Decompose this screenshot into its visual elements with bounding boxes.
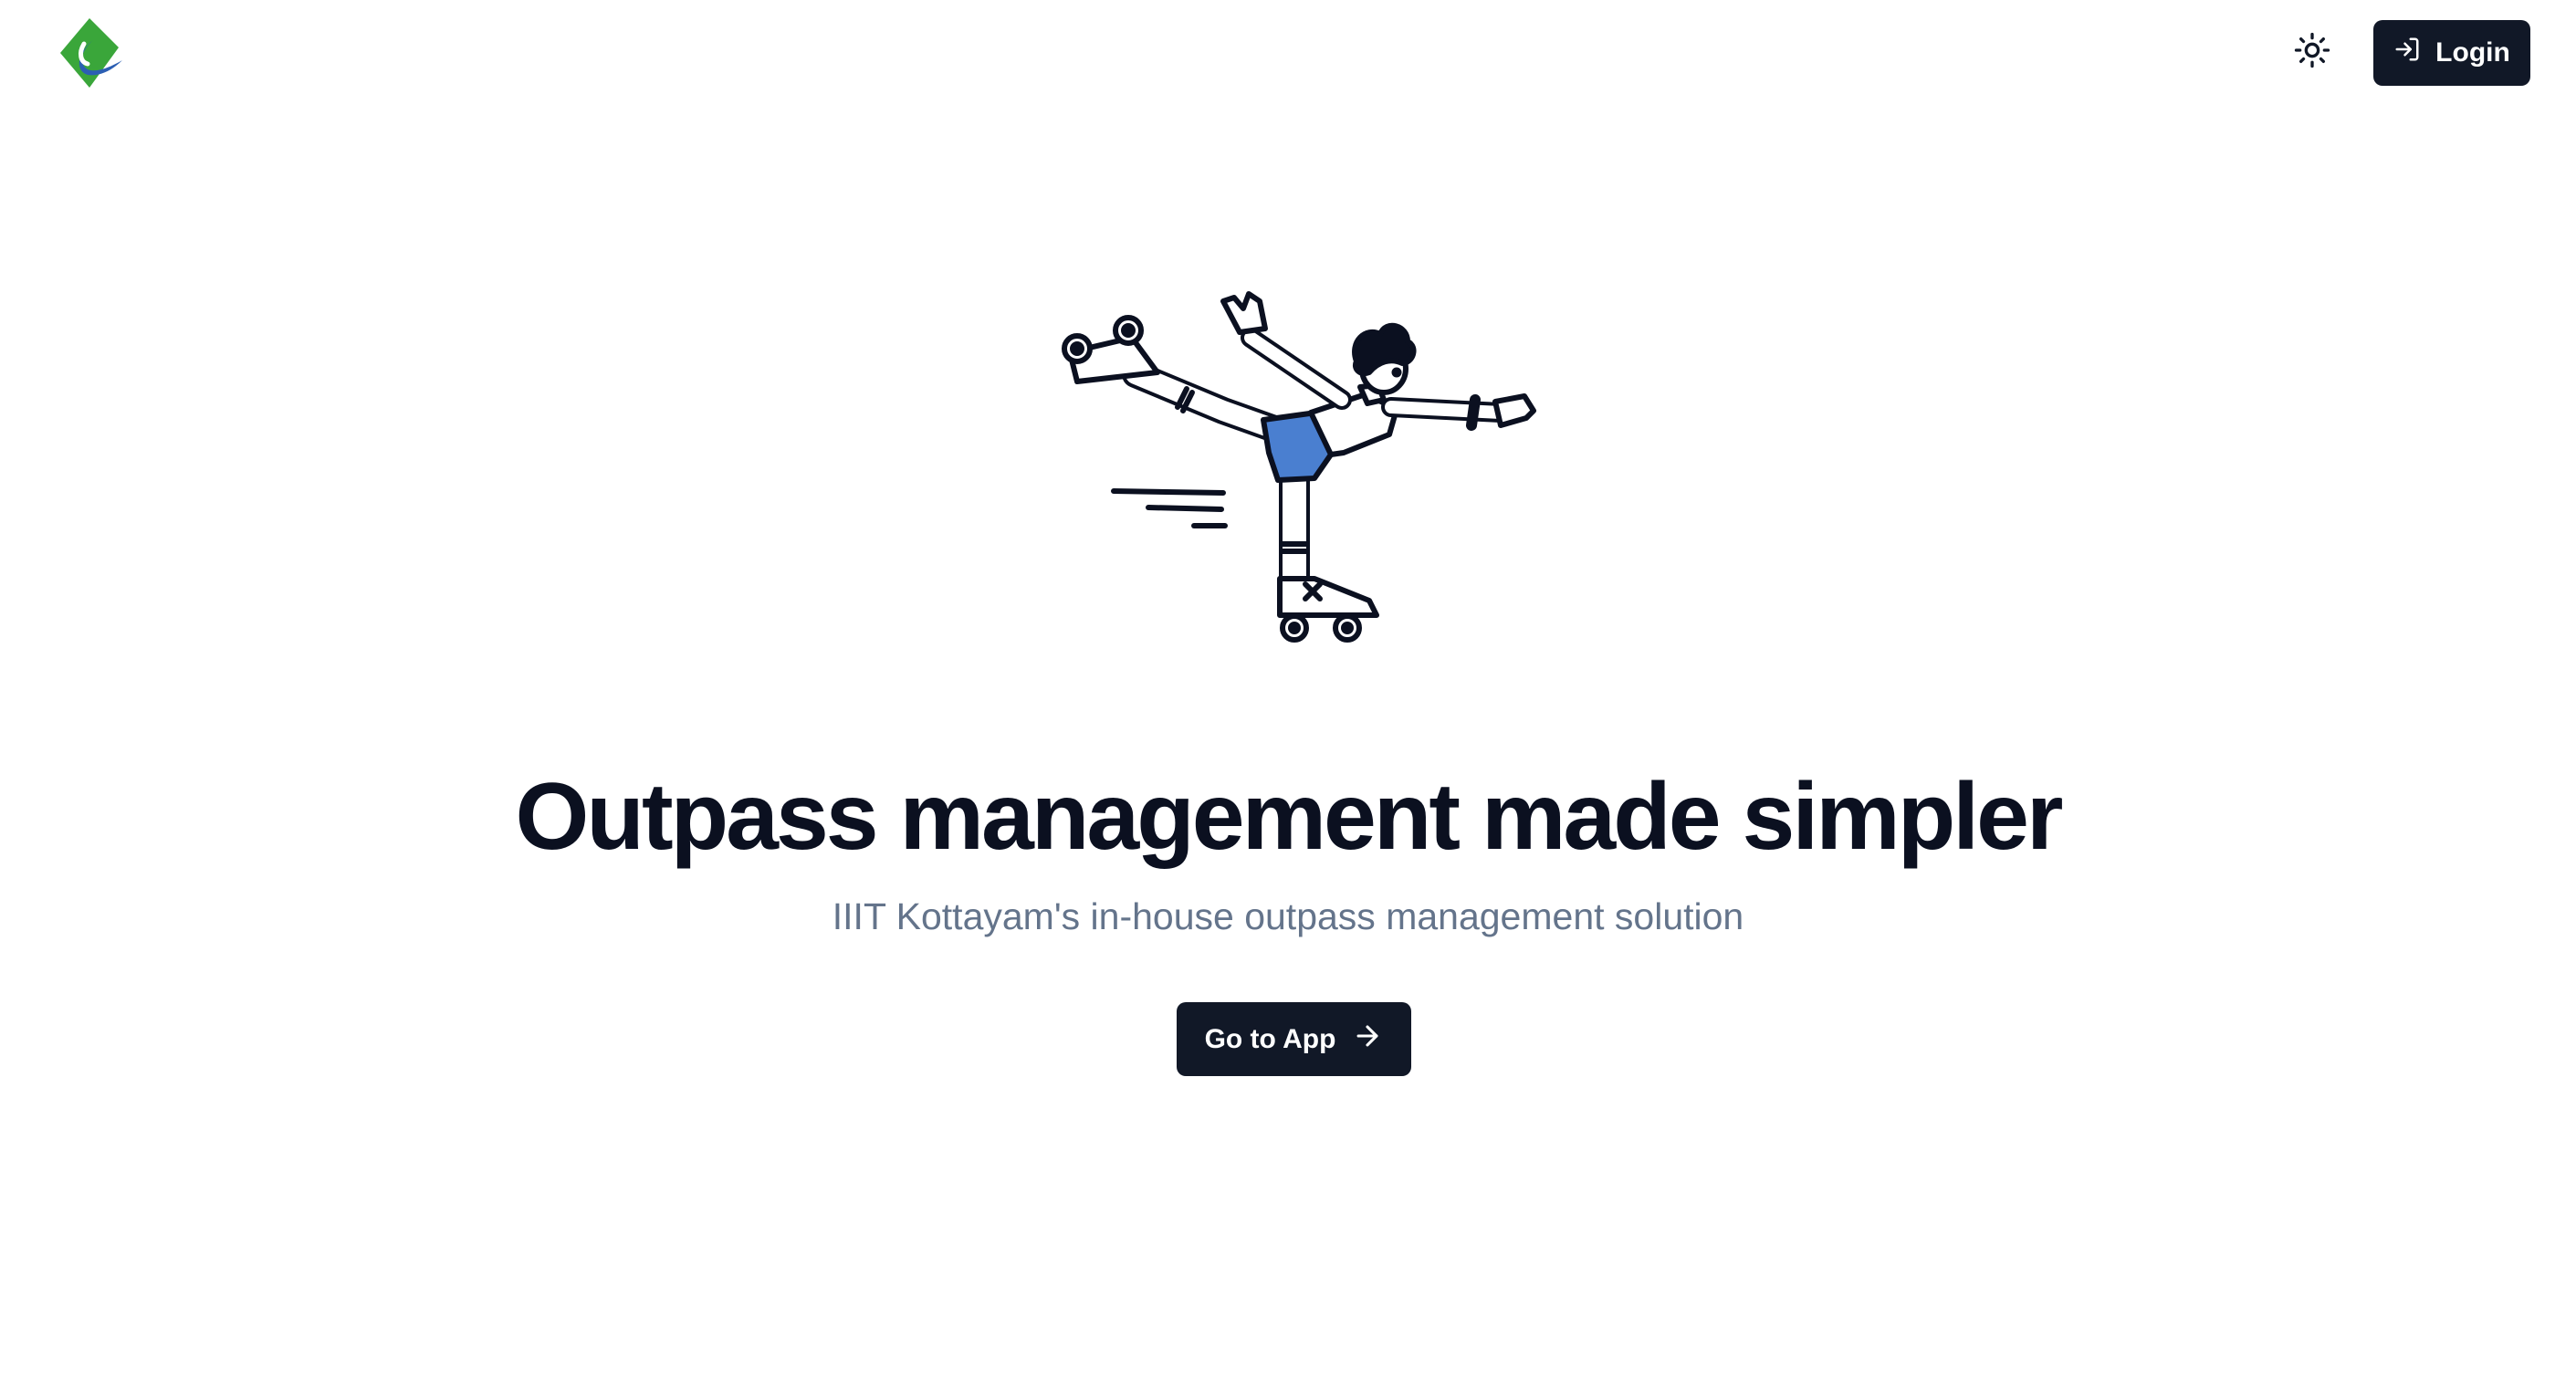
login-button[interactable]: Login — [2373, 20, 2530, 86]
roller-skater-illustration — [1041, 274, 1552, 657]
login-icon — [2393, 36, 2421, 70]
landing-page: Login Outpass management made simpler II… — [0, 0, 2576, 1391]
sun-icon — [2294, 32, 2330, 73]
go-to-app-label: Go to App — [1204, 1023, 1336, 1054]
arrow-right-icon — [1352, 1020, 1383, 1059]
page-title: Outpass management made simpler — [515, 764, 2064, 870]
go-to-app-button[interactable]: Go to App — [1177, 1002, 1411, 1076]
page-subtitle: IIIT Kottayam's in-house outpass managem… — [832, 895, 1744, 937]
logo-icon[interactable] — [57, 16, 128, 89]
login-label: Login — [2435, 37, 2510, 68]
theme-toggle-button[interactable] — [2291, 31, 2333, 73]
